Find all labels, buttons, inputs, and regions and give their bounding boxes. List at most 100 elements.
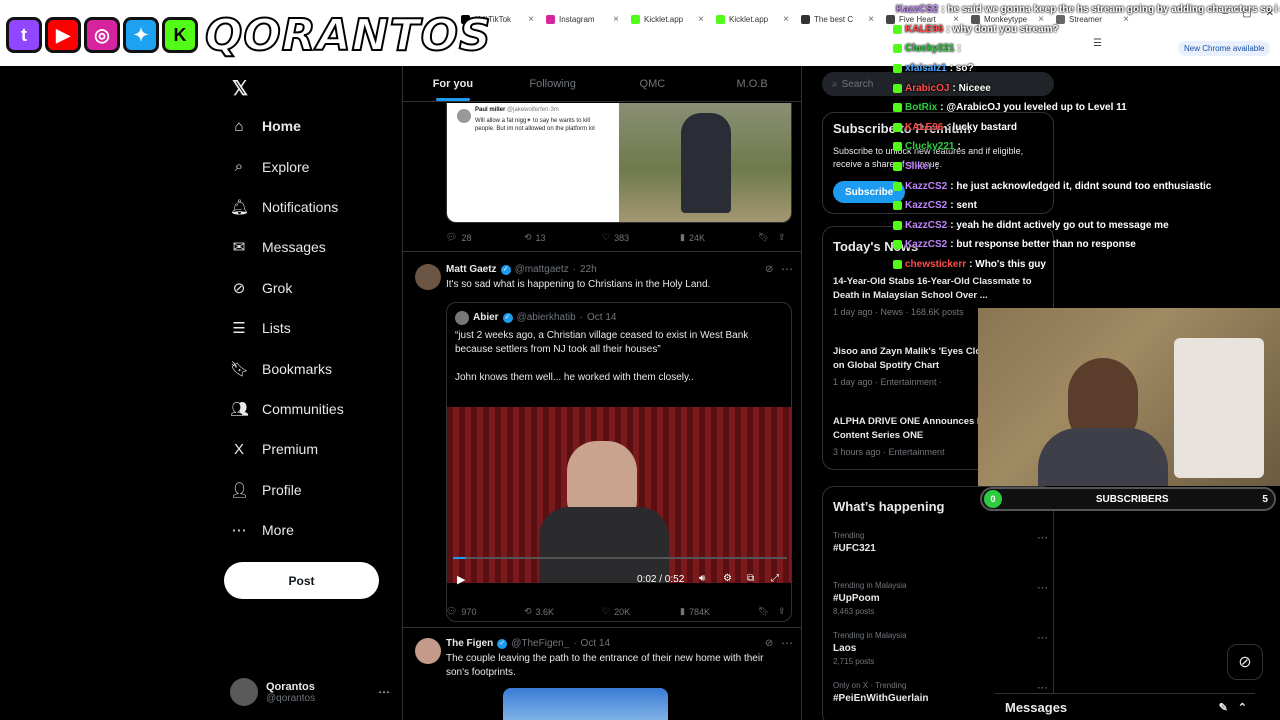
more-icon[interactable]: ⋯	[1037, 631, 1048, 644]
share-button[interactable]: ⇪	[778, 232, 786, 243]
like-button[interactable]: ♡ 383	[602, 232, 680, 243]
tweet-header: Matt Gaetz ✓ @mattgaetz · 22h	[446, 264, 597, 275]
close-tab-icon[interactable]: ×	[613, 14, 619, 25]
kick-badge-icon	[893, 83, 902, 93]
tab-following[interactable]: Following	[503, 66, 603, 101]
sidebar-item-profile[interactable]: 👤︎ Profile	[230, 470, 400, 510]
sidebar-item-notifications[interactable]: 🔔︎ Notifications	[230, 187, 400, 227]
avatar[interactable]	[415, 638, 441, 664]
tab-for-you[interactable]: For you	[403, 66, 503, 101]
chat-text: : he just acknowledged it, didnt sound t…	[950, 180, 1212, 192]
compose-icon[interactable]: ✎	[1219, 701, 1228, 714]
sidebar-item-more[interactable]: ⋯ More	[230, 510, 400, 550]
chat-message: KazzCS2: but response better than no res…	[893, 235, 1280, 255]
chat-text: :	[935, 161, 939, 173]
trend-item[interactable]: Trending in Malaysia #UpPoom 8,463 posts ⋯	[833, 581, 1048, 631]
like-button[interactable]: ♡ 20K	[602, 606, 680, 617]
trend-item[interactable]: Trending in Malaysia Laos 2,715 posts ⋯	[833, 631, 1048, 681]
browser-tab[interactable]: Kicklet.app ×	[625, 8, 710, 30]
views-button[interactable]: ▮ 24K	[680, 232, 758, 243]
bookmark-button[interactable]: 🔖︎	[758, 232, 778, 243]
sidebar-item-explore[interactable]: ⌕ Explore	[230, 146, 400, 186]
fullscreen-icon[interactable]: ⤢	[771, 573, 779, 584]
chat-username: ArabicOJ	[905, 82, 950, 94]
tweet-time[interactable]: Oct 14	[581, 638, 610, 649]
sidebar-item-messages[interactable]: ✉ Messages	[230, 227, 400, 267]
sidebar-item-communities[interactable]: 👥︎ Communities	[230, 389, 400, 429]
account-switcher[interactable]: Qorantos @qorantos ⋯	[230, 678, 390, 706]
tab-m-o-b[interactable]: M.O.B	[702, 66, 802, 101]
video-progress[interactable]	[453, 557, 787, 559]
messages-drawer[interactable]: Messages ✎ ⌃	[995, 693, 1255, 720]
bookmark-button[interactable]: 🔖︎	[758, 606, 778, 617]
avatar[interactable]	[415, 264, 441, 290]
more-icon[interactable]: ⋯	[378, 685, 390, 699]
news-headline: 14-Year-Old Stabs 16-Year-Old Classmate …	[833, 276, 1032, 301]
sidebar-item-bookmarks[interactable]: 🔖︎ Bookmarks	[230, 348, 400, 388]
chat-message: Sliker:	[893, 157, 1280, 177]
reply-icon: 💬︎	[446, 232, 458, 242]
account-name: Qorantos	[266, 680, 315, 693]
play-icon[interactable]: ▶	[457, 573, 465, 586]
author-handle[interactable]: @mattgaetz	[515, 264, 569, 275]
tweet-media-card[interactable]: Paul miller @jakewolferfen·3m Will allow…	[446, 103, 792, 223]
search-icon: ⌕	[832, 78, 838, 90]
sidebar-item-home[interactable]: ⌂ Home	[230, 106, 400, 146]
divider	[403, 251, 802, 252]
tab-qmc[interactable]: QMC	[603, 66, 703, 101]
grok-icon[interactable]: ⊘	[765, 264, 773, 275]
x-logo-icon[interactable]: 𝕏	[232, 76, 248, 101]
video-player[interactable]: ▶ 0:02 / 0:52 🔊︎ ⚙ ⧉ ⤢	[447, 407, 791, 586]
more-icon[interactable]: ⋯	[1037, 531, 1048, 544]
streamer-name: QORANTOS	[204, 9, 492, 62]
close-tab-icon[interactable]: ×	[528, 14, 534, 25]
author-name[interactable]: Matt Gaetz	[446, 264, 497, 275]
sidebar-item-lists[interactable]: ☰ Lists	[230, 308, 400, 348]
grok-icon[interactable]: ⊘	[765, 638, 773, 649]
tweet-time[interactable]: 22h	[580, 264, 597, 275]
views-button[interactable]: ▮ 784K	[680, 606, 758, 617]
reply-button[interactable]: 💬︎ 970	[446, 606, 524, 617]
browser-tab[interactable]: Instagram ×	[540, 8, 625, 30]
close-tab-icon[interactable]: ×	[783, 14, 789, 25]
share-button[interactable]: ⇪	[778, 606, 786, 617]
repost-button[interactable]: ⟲ 13	[524, 232, 602, 243]
tweet-photo[interactable]	[503, 688, 668, 720]
trend-item[interactable]: Trending #UFC321 ⋯	[833, 531, 1048, 581]
close-tab-icon[interactable]: ×	[698, 14, 704, 25]
pip-icon[interactable]: ⧉	[747, 573, 754, 584]
tweet-photo[interactable]	[619, 103, 791, 222]
youtube-icon: ▶	[45, 17, 81, 53]
sidebar-item-label: Notifications	[262, 198, 339, 215]
more-icon[interactable]: ⋯	[1037, 581, 1048, 594]
more-icon[interactable]: ⋯	[781, 636, 793, 650]
close-tab-icon[interactable]: ×	[868, 14, 874, 25]
sidebar-item-label: Premium	[262, 441, 319, 458]
chevron-up-icon[interactable]: ⌃	[1238, 701, 1247, 714]
sidebar-item-premium[interactable]: X Premium	[230, 429, 400, 469]
author-name[interactable]: The Figen	[446, 638, 493, 649]
divider	[403, 627, 802, 628]
kick-badge-icon	[893, 44, 902, 54]
kick-badge-icon	[893, 103, 902, 113]
sidebar-item-grok[interactable]: ⊘ Grok	[230, 268, 400, 308]
repost-button[interactable]: ⟲ 3.6K	[524, 606, 602, 617]
grok-icon[interactable]: ⊘	[1227, 644, 1263, 680]
chair	[1174, 338, 1264, 478]
reply-button[interactable]: 💬︎ 28	[446, 232, 524, 243]
settings-icon[interactable]: ⚙	[723, 573, 732, 584]
volume-icon[interactable]: 🔊︎	[699, 573, 705, 584]
more-icon[interactable]: ⋯	[781, 262, 793, 276]
instagram-icon: ◎	[84, 17, 120, 53]
browser-tab[interactable]: The best C ×	[795, 8, 880, 30]
sidebar-item-label: Communities	[262, 400, 344, 417]
more-icon: ⋯	[231, 522, 247, 540]
author-handle[interactable]: @TheFigen_	[511, 638, 569, 649]
post-button[interactable]: Post	[224, 562, 379, 599]
chat-message: ArabicOJ: Niceee	[893, 78, 1280, 98]
browser-tab[interactable]: Kicklet.app ×	[710, 8, 795, 30]
sidebar-item-label: Messages	[262, 239, 326, 256]
quoted-tweet[interactable]: Abier ✓ @abierkhatib · Oct 14 “just 2 we…	[446, 302, 792, 622]
subscriber-goal: 0 SUBSCRIBERS 5	[980, 487, 1276, 511]
feed-tabs: For you Following QMC M.O.B	[403, 66, 802, 102]
